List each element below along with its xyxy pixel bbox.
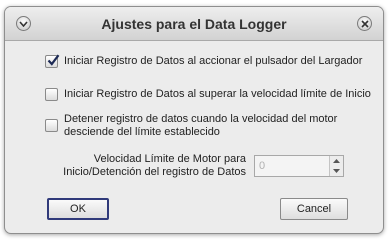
checkmark-icon (47, 54, 60, 66)
data-logger-settings-dialog: Ajustes para el Data Logger Iniciar Regi… (4, 6, 384, 234)
option-start-on-launcher-button: Iniciar Registro de Datos al accionar el… (45, 54, 363, 68)
spin-down-button[interactable] (330, 166, 343, 176)
option-label: Detener registro de datos cuando la velo… (64, 113, 337, 139)
checkbox-start-on-speed-limit[interactable] (45, 88, 58, 101)
spin-up-button[interactable] (330, 156, 343, 166)
title-bar: Ajustes para el Data Logger (5, 7, 383, 41)
cancel-button[interactable]: Cancel (280, 198, 348, 220)
triangle-up-icon (333, 159, 340, 163)
speed-limit-label-line1: Velocidad Límite de Motor para (93, 153, 246, 165)
triangle-down-icon (333, 169, 340, 173)
ok-button[interactable]: OK (47, 198, 109, 220)
option-label-line2: desciende del límite establecido (64, 126, 220, 138)
option-stop-below-limit: Detener registro de datos cuando la velo… (45, 113, 337, 139)
speed-limit-spinner (254, 155, 344, 177)
checkbox-stop-below-limit[interactable] (45, 119, 58, 132)
option-label-line1: Detener registro de datos cuando la velo… (64, 113, 338, 125)
speed-limit-input[interactable] (255, 156, 331, 176)
speed-limit-label: Velocidad Límite de Motor para Inicio/De… (60, 153, 246, 179)
checkbox-start-on-launcher-button[interactable] (45, 54, 60, 68)
option-start-on-speed-limit: Iniciar Registro de Datos al superar la … (45, 88, 371, 101)
speed-limit-label-line2: Inicio/Detención del registro de Datos (63, 166, 246, 178)
option-label: Iniciar Registro de Datos al superar la … (64, 88, 371, 100)
close-icon (360, 19, 369, 28)
option-label: Iniciar Registro de Datos al accionar el… (64, 55, 363, 67)
spinner-buttons (329, 156, 343, 176)
close-button[interactable] (357, 16, 372, 31)
window-title: Ajustes para el Data Logger (101, 16, 287, 32)
